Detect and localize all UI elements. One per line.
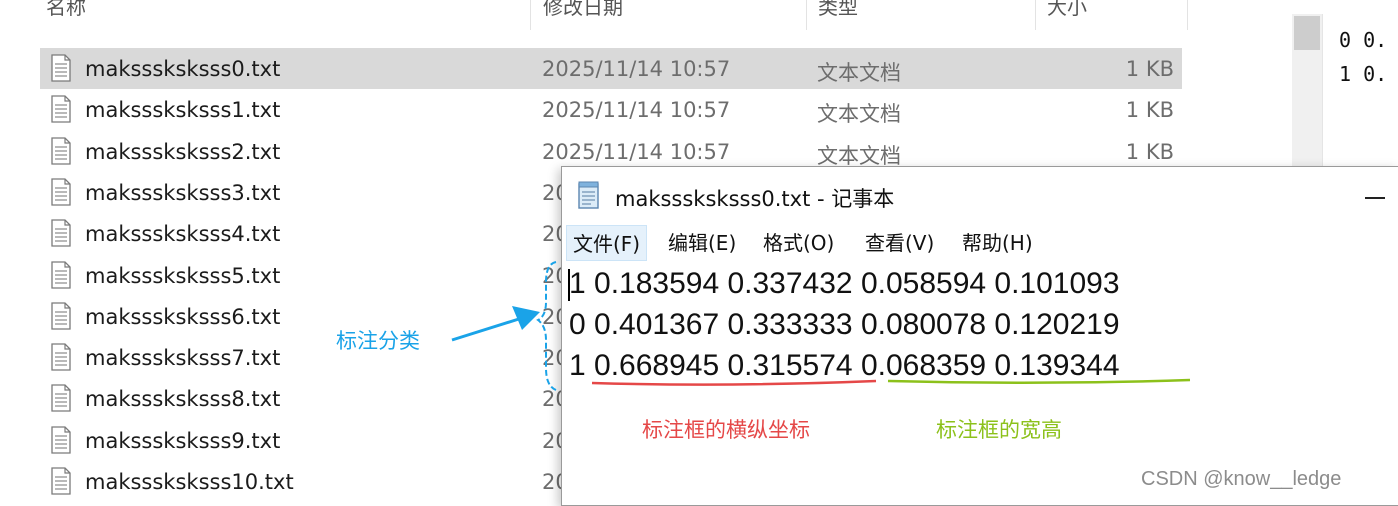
watermark: CSDN @know__ledge <box>1141 468 1342 490</box>
xy-annotation-label: 标注框的横纵坐标 <box>642 418 810 442</box>
wh-annotation-label: 标注框的宽高 <box>936 418 1062 442</box>
class-brace <box>536 261 557 391</box>
class-annotation-label: 标注分类 <box>336 329 420 353</box>
class-arrowhead <box>512 306 540 330</box>
wh-underline <box>887 378 1191 385</box>
class-arrow <box>451 316 523 342</box>
xy-underline <box>591 379 877 386</box>
